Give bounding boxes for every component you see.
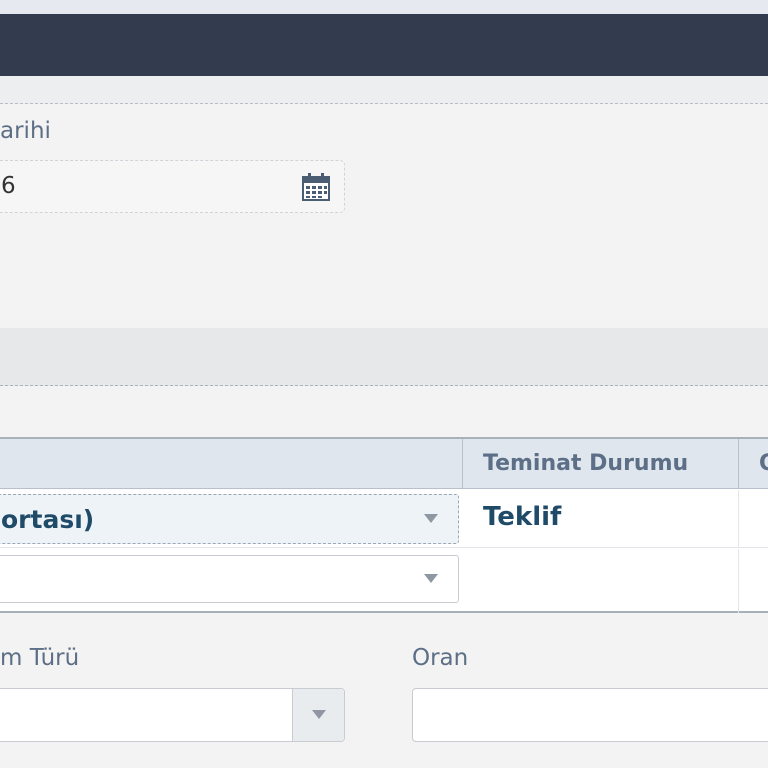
section-band (0, 328, 768, 386)
date-label: arihi (0, 118, 51, 144)
column-divider (738, 490, 739, 547)
chevron-down-icon (312, 710, 326, 719)
type-combobox[interactable] (0, 688, 345, 742)
column-header[interactable]: O (738, 439, 768, 489)
table-row[interactable] (0, 549, 768, 613)
column-divider (738, 549, 739, 613)
section-band (0, 76, 768, 104)
calendar-icon[interactable] (301, 172, 331, 202)
header-bar (0, 14, 768, 76)
table-header: Teminat Durumu O (0, 439, 768, 489)
product-value: ortası) (1, 505, 95, 534)
product-select[interactable] (0, 555, 459, 603)
status-value: Teklif (483, 502, 562, 532)
table-row[interactable]: ortası) Teklif (0, 490, 768, 548)
top-strip (0, 0, 768, 14)
column-header-teminat-durumu[interactable]: Teminat Durumu (462, 439, 738, 489)
type-label: m Türü (0, 645, 80, 671)
dropdown-button[interactable] (292, 689, 344, 741)
date-value: 6 (1, 173, 16, 199)
ratio-label: Oran (412, 645, 469, 671)
date-field[interactable]: 6 (0, 160, 345, 213)
product-select[interactable]: ortası) (0, 494, 459, 544)
column-header[interactable] (0, 439, 462, 489)
ratio-input[interactable] (412, 688, 768, 742)
chevron-down-icon (424, 574, 438, 583)
chevron-down-icon (424, 514, 438, 523)
coverage-table: Teminat Durumu O ortası) Teklif (0, 437, 768, 613)
